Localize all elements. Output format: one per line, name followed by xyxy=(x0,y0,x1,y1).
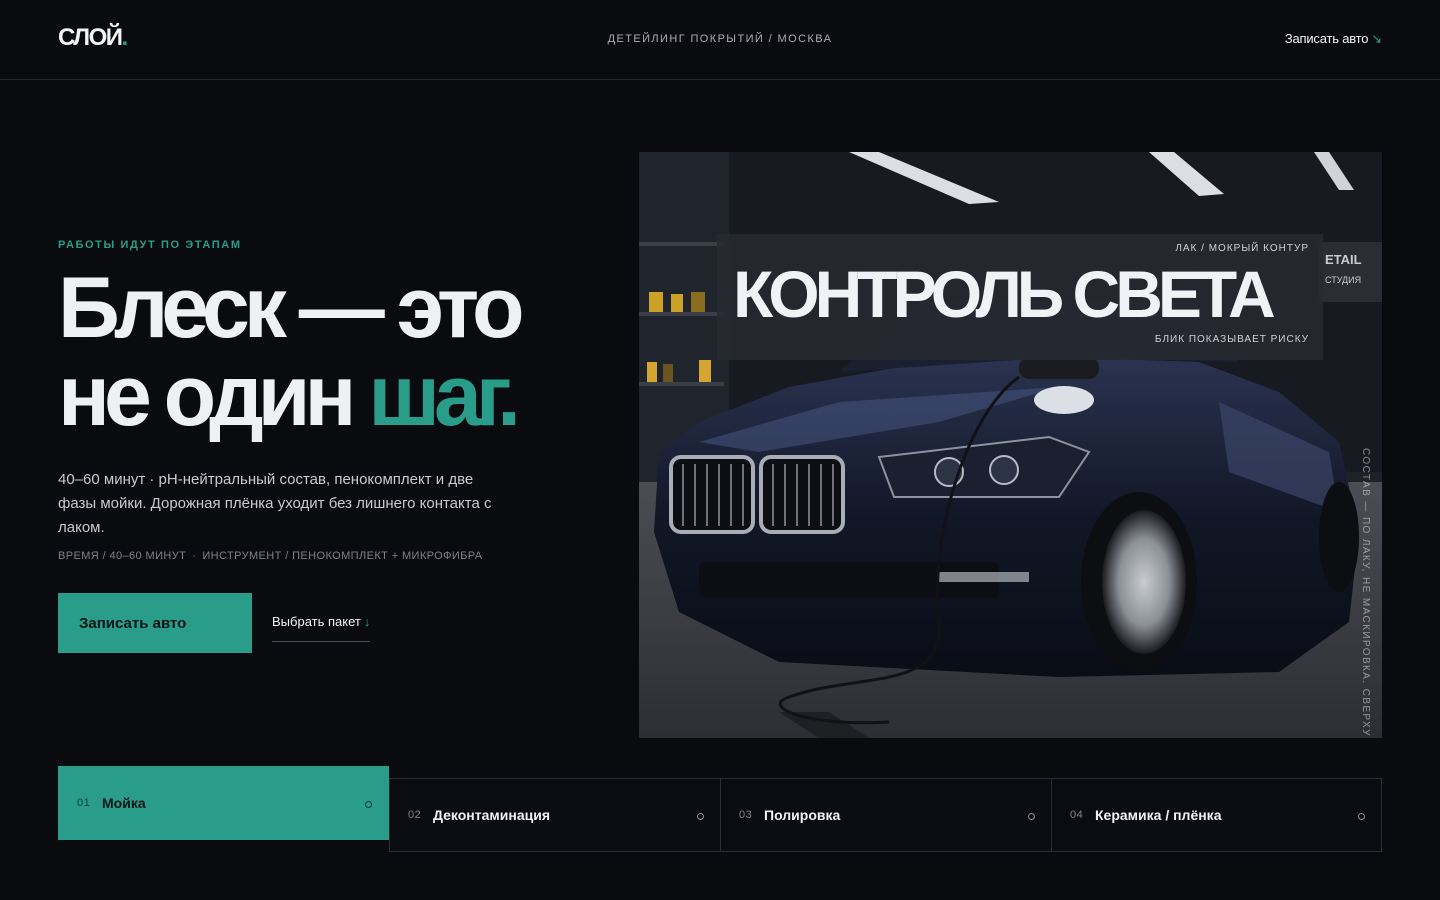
image-overlay-panel: ЛАК / МОКРЫЙ КОНТУР КОНТРОЛЬ СВЕТА БЛИК … xyxy=(717,234,1323,360)
step-label: Полировка xyxy=(764,807,841,823)
hero-car-image: ETAIL СТУДИЯ ЛАК / МОКРЫЙ КОНТУР КОНТРОЛ… xyxy=(639,152,1382,738)
step-indicator-icon xyxy=(697,813,704,820)
header-book-button[interactable]: Записать авто ↘ xyxy=(1285,31,1382,47)
meta-separator: · xyxy=(192,550,197,562)
step-tab-ceramic[interactable]: 04 Керамика / плёнка xyxy=(1051,778,1382,852)
sign-text-2: СТУДИЯ xyxy=(1325,275,1361,285)
hero-eyebrow: РАБОТЫ ИДУТ ПО ЭТАПАМ xyxy=(58,239,242,251)
arrow-down-right-icon: ↘ xyxy=(1371,31,1382,46)
arrow-down-icon: ↓ xyxy=(363,614,371,629)
header-book-label: Записать авто xyxy=(1284,31,1369,46)
meta-time: ВРЕМЯ / 40–60 МИНУТ xyxy=(58,550,187,562)
panel-top-caption: ЛАК / МОКРЫЙ КОНТУР xyxy=(1175,243,1309,254)
hero-meta: ВРЕМЯ / 40–60 МИНУТ · ИНСТРУМЕНТ / ПЕНОКОМ… xyxy=(58,550,483,562)
panel-bottom-caption: БЛИК ПОКАЗЫВАЕТ РИСКУ xyxy=(1154,334,1309,345)
step-tab-wash[interactable]: 01 Мойка xyxy=(58,766,389,840)
step-label: Керамика / плёнка xyxy=(1095,807,1222,823)
step-label: Деконтаминация xyxy=(433,807,550,823)
choose-package-label: Выбрать пакет xyxy=(272,614,361,629)
step-number: 02 xyxy=(408,809,422,821)
step-label: Мойка xyxy=(102,795,146,811)
step-number: 04 xyxy=(1070,809,1084,821)
step-indicator-icon xyxy=(1028,813,1035,820)
headline-line-2: не один xyxy=(58,348,369,444)
panel-title: КОНТРОЛЬ СВЕТА xyxy=(733,257,1276,331)
headline-accent: шаг. xyxy=(368,348,521,444)
step-indicator-icon xyxy=(365,801,372,808)
sign-text-1: ETAIL xyxy=(1325,252,1362,267)
headline-line-1: Блеск — это xyxy=(58,260,525,356)
choose-package-link[interactable]: Выбрать пакет ↓ xyxy=(272,614,371,642)
header-tagline: ДЕТЕЙЛИНГ ПОКРЫТИЙ / МОСКВА xyxy=(607,33,833,45)
meta-tools: ИНСТРУМЕНТ / ПЕНОКОМПЛЕКТ + МИКРОФИБРА xyxy=(202,550,483,562)
step-indicator-icon xyxy=(1358,813,1365,820)
site-header: СЛОЙ. ДЕТЕЙЛИНГ ПОКРЫТИЙ / МОСКВА Записа… xyxy=(0,0,1440,80)
step-number: 01 xyxy=(77,797,91,809)
vertical-caption: СОСТАВ — ПО ЛАКУ, НЕ МАСКИРОВКА. СВЕРХУ xyxy=(1360,448,1371,737)
hero-lead: 40–60 минут · pH-нейтральный состав, пен… xyxy=(58,471,492,536)
step-tab-polishing[interactable]: 03 Полировка xyxy=(720,778,1052,852)
book-car-button[interactable]: Записать авто xyxy=(58,593,252,653)
step-number: 03 xyxy=(739,809,753,821)
hero-headline: Блеск — это не один шаг. xyxy=(58,264,618,440)
step-tab-decontamination[interactable]: 02 Деконтаминация xyxy=(389,778,721,852)
